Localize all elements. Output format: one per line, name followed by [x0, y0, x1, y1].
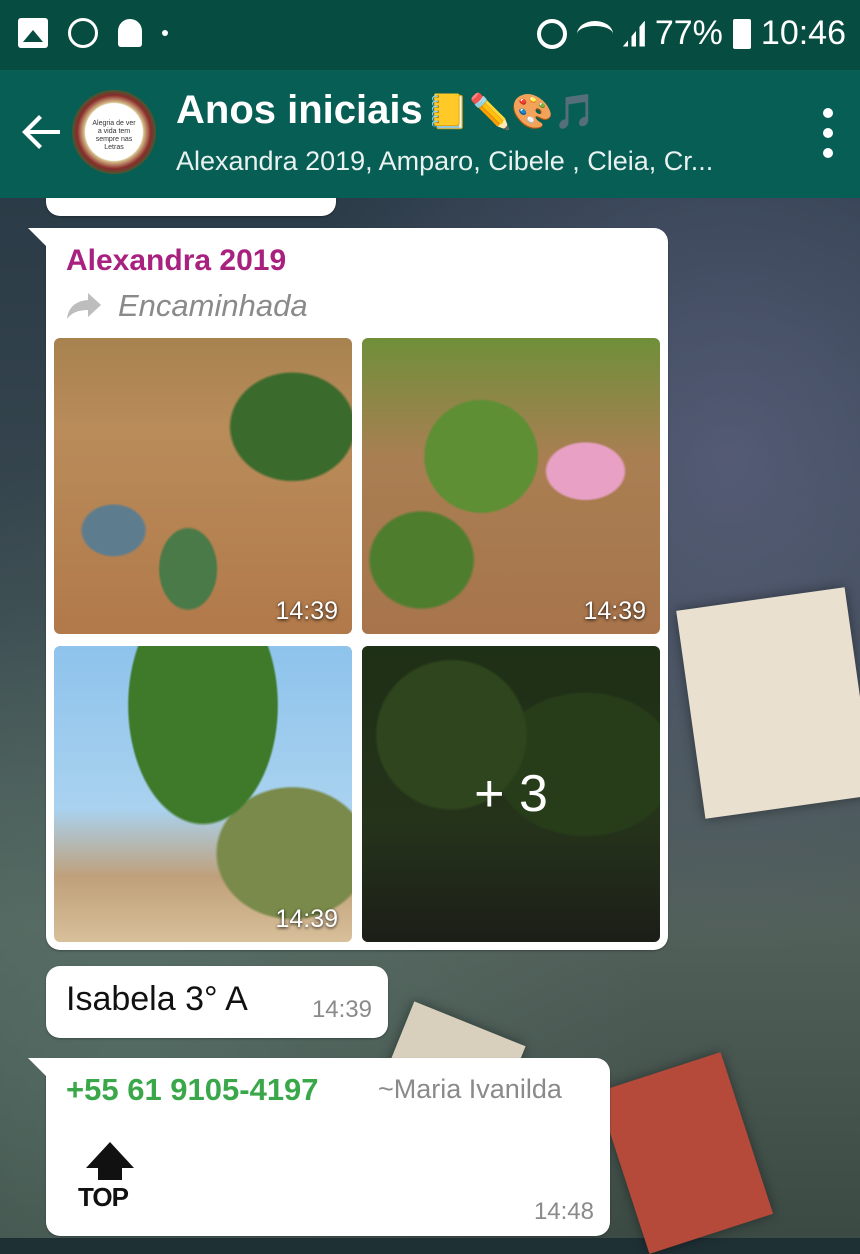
album-more-photos[interactable]: + 3: [362, 646, 660, 942]
clock: 10:46: [760, 14, 846, 52]
sender-phone[interactable]: +55 61 9105-4197: [66, 1072, 319, 1108]
message-bubble[interactable]: +55 61 9105-4197 ~Maria Ivanilda TOP 14:…: [28, 1058, 610, 1236]
gallery-icon: [18, 18, 48, 48]
album-photo[interactable]: 14:39: [54, 338, 352, 634]
alarm-icon: [536, 18, 567, 49]
group-avatar[interactable]: Alegria de ver a vida tem sempre nas Let…: [72, 90, 156, 174]
chat-header: Alegria de ver a vida tem sempre nas Let…: [0, 70, 860, 198]
battery-percent: 77%: [654, 14, 723, 52]
message-time: 14:39: [311, 996, 372, 1023]
battery-icon: [732, 18, 751, 49]
photo-time: 14:39: [275, 597, 338, 625]
sender-pushname: ~Maria Ivanilda: [378, 1074, 562, 1104]
album-message[interactable]: Alexandra 2019 Encaminhada 14:39 14:39 1…: [28, 228, 668, 950]
status-bar: 77% 10:46: [0, 0, 860, 70]
message-text: Isabela 3° A: [66, 980, 248, 1018]
whatsapp-icon: [68, 18, 98, 48]
wallpaper-book: [676, 587, 860, 819]
chat-title-text: Anos iniciais: [176, 88, 423, 132]
message-time: 14:48: [533, 1198, 594, 1225]
signal-icon: [622, 20, 645, 47]
top-label: TOP: [78, 1182, 129, 1212]
dot-icon: [162, 30, 168, 36]
top-arrow-icon[interactable]: TOP: [74, 1142, 144, 1212]
wifi-icon: [576, 20, 613, 47]
album-photo[interactable]: 14:39: [362, 338, 660, 634]
album-photo[interactable]: 14:39: [54, 646, 352, 942]
chat-members[interactable]: Alexandra 2019, Amparo, Cibele , Cleia, …: [176, 146, 713, 177]
forward-arrow-icon: [66, 291, 102, 321]
sender-name[interactable]: Alexandra 2019: [66, 244, 286, 278]
wallpaper-book: [596, 1052, 774, 1254]
photo-time: 14:39: [275, 905, 338, 933]
forwarded-label: Encaminhada: [66, 288, 308, 324]
bell-icon: [118, 19, 142, 47]
message-bubble[interactable]: Isabela 3° A 14:39: [46, 966, 388, 1038]
photo-time: 14:39: [583, 597, 646, 625]
title-emoji: 📒✏️🎨🎵: [426, 93, 597, 131]
forwarded-text: Encaminhada: [118, 288, 308, 323]
back-arrow-icon[interactable]: [20, 110, 64, 154]
chat-title[interactable]: Anos iniciais 📒✏️🎨🎵: [176, 88, 596, 133]
more-photos-count: + 3: [474, 765, 548, 823]
more-options-icon[interactable]: [822, 108, 834, 158]
previous-message-bubble: [46, 198, 336, 216]
avatar-text: Alegria de ver a vida tem sempre nas Let…: [92, 120, 136, 151]
